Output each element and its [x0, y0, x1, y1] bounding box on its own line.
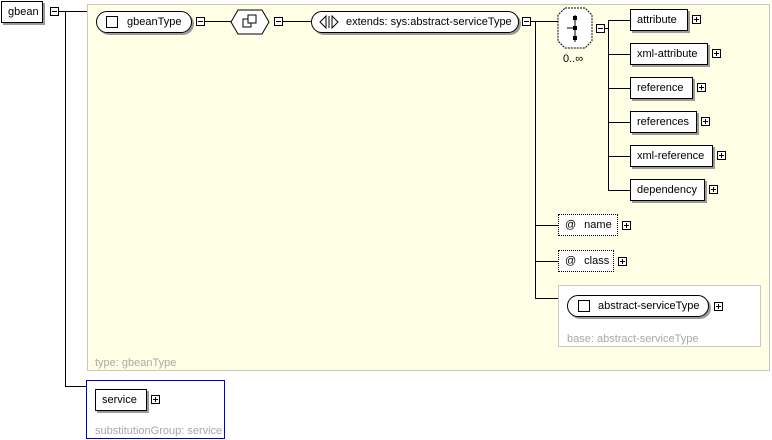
extends-collapse-icon[interactable]: [522, 17, 531, 26]
connector: [608, 190, 631, 191]
connector: [65, 386, 86, 387]
class-attribute[interactable]: @ class: [558, 250, 614, 272]
dependency-element[interactable]: dependency: [630, 179, 705, 201]
complex-content-icon: [230, 9, 270, 35]
base-caption: base: abstract-serviceType: [567, 333, 699, 345]
connector: [205, 21, 232, 22]
name-attribute-label: name: [584, 219, 612, 231]
connector: [283, 21, 312, 22]
gbean-label: gbean: [8, 6, 39, 18]
xml-attribute-label: xml-attribute: [637, 48, 698, 60]
class-attribute-label: class: [584, 255, 610, 267]
service-expand-icon[interactable]: [151, 395, 160, 404]
abstract-service-type-expand-icon[interactable]: [714, 302, 723, 311]
gbean-type-label: gbeanType: [127, 16, 182, 28]
reference-label: reference: [637, 82, 684, 94]
connector: [608, 54, 631, 55]
attribute-at-icon: @: [565, 255, 577, 267]
dependency-expand-icon[interactable]: [709, 185, 718, 194]
substitution-caption: substitutionGroup: service: [95, 425, 223, 437]
references-expand-icon[interactable]: [701, 117, 710, 126]
xml-reference-element[interactable]: xml-reference: [630, 145, 713, 167]
class-attribute-expand-icon[interactable]: [618, 257, 627, 266]
reference-element[interactable]: reference: [630, 77, 693, 99]
xml-reference-label: xml-reference: [637, 150, 705, 162]
attribute-expand-icon[interactable]: [692, 15, 701, 24]
references-label: references: [637, 116, 689, 128]
sequence-collapse-icon[interactable]: [596, 24, 605, 33]
complex-content-collapse-icon[interactable]: [274, 17, 283, 26]
dependency-label: dependency: [637, 184, 697, 196]
service-element[interactable]: service: [95, 389, 147, 411]
extension-icon: [319, 15, 339, 29]
xml-attribute-element[interactable]: xml-attribute: [630, 43, 708, 65]
name-attribute-expand-icon[interactable]: [622, 221, 631, 230]
type-caption: type: gbeanType: [95, 357, 177, 369]
reference-expand-icon[interactable]: [697, 83, 706, 92]
connector: [608, 122, 631, 123]
name-attribute[interactable]: @ name: [558, 214, 618, 236]
attribute-at-icon: @: [565, 219, 577, 231]
connector: [608, 88, 631, 89]
connector: [65, 11, 66, 387]
attribute-label: attribute: [637, 14, 677, 26]
connector: [535, 225, 559, 226]
gbean-element[interactable]: gbean: [1, 1, 43, 23]
gbean-collapse-icon[interactable]: [50, 7, 59, 16]
xml-attribute-expand-icon[interactable]: [712, 49, 721, 58]
connector: [59, 11, 87, 12]
connector: [535, 261, 559, 262]
connector: [608, 156, 631, 157]
extends-label: extends: sys:abstract-serviceType: [346, 16, 512, 28]
references-element[interactable]: references: [630, 111, 697, 133]
service-label: service: [102, 394, 137, 406]
xml-reference-expand-icon[interactable]: [717, 151, 726, 160]
connector: [535, 298, 559, 299]
connector: [608, 20, 631, 21]
complex-type-icon: [106, 16, 118, 28]
gbean-type-collapse-icon[interactable]: [196, 17, 205, 26]
extends-node[interactable]: extends: sys:abstract-serviceType: [311, 11, 519, 33]
sequence-cardinality: 0..∞: [563, 53, 584, 65]
attribute-element[interactable]: attribute: [630, 9, 688, 31]
sequence-icon: [557, 7, 593, 49]
abstract-service-type-label: abstract-serviceType: [598, 300, 700, 312]
complex-type-icon: [578, 300, 590, 312]
connector: [535, 21, 536, 298]
connector: [608, 20, 609, 190]
